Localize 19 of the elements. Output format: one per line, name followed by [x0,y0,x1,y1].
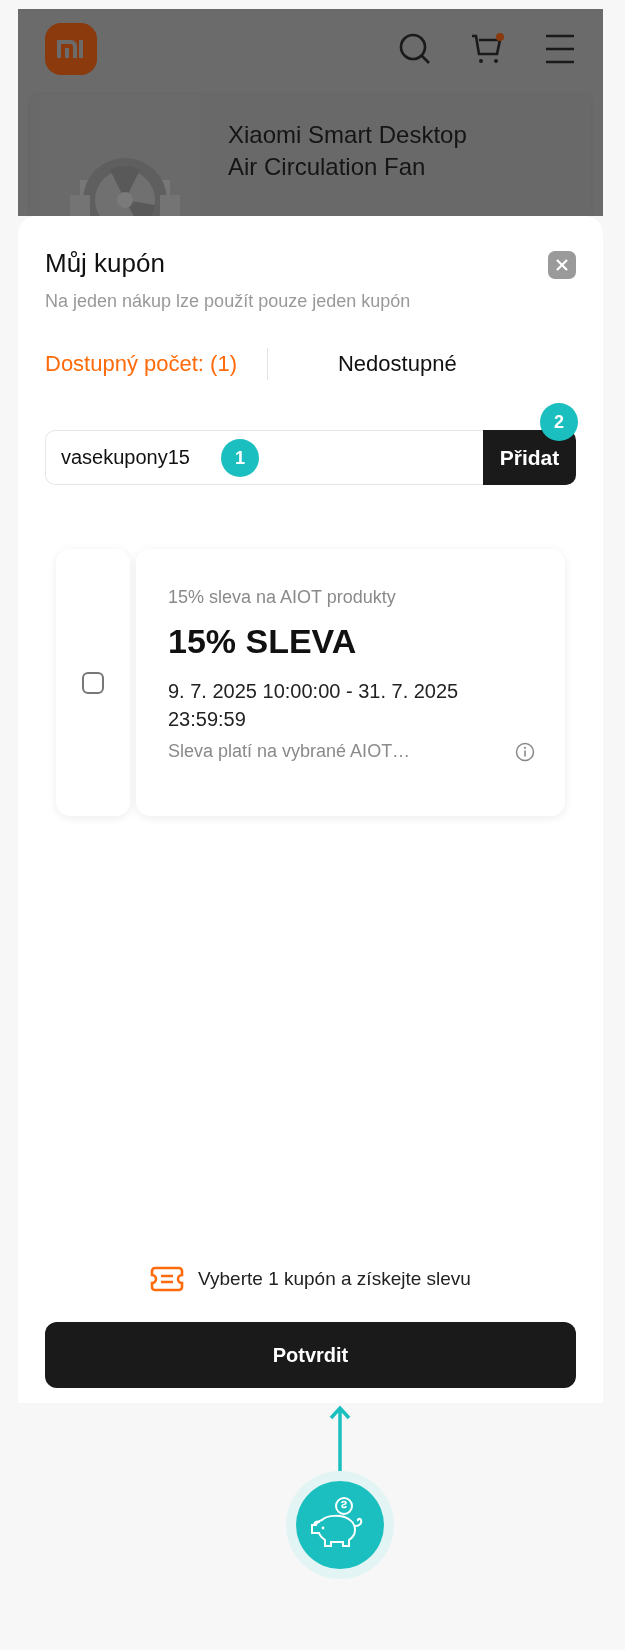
coupon-tab[interactable]: Nedostupné [338,351,457,377]
close-button[interactable] [548,251,576,279]
coupon-hint: Vyberte 1 kupón a získejte slevu [198,1268,471,1290]
search-icon[interactable] [398,32,432,66]
confirm-button[interactable]: Potvrdit [45,1322,576,1388]
sheet-subtitle: Na jeden nákup lze použít pouze jeden kupón [45,291,412,312]
sheet-title: Můj kupón [45,248,166,279]
step-badge: 2 [540,403,578,441]
add-button[interactable]: Přidat [483,430,576,485]
info-icon[interactable] [515,741,535,762]
coupon-note: Sleva platí na vybrané AIOT… [168,741,412,762]
coupon-checkbox[interactable] [82,671,104,694]
close-icon[interactable] [555,258,569,272]
menu-icon[interactable] [544,33,576,65]
cart-icon[interactable] [470,32,506,66]
coupon-validity: 9. 7. 2025 10:00:00 - 31. 7. 2025 23:59:59 [168,679,460,732]
coupon-caption: 15% sleva na AIOT produkty [168,587,397,608]
coupon-title: 15% SLEVA [168,622,358,661]
ticket-icon [150,1266,185,1292]
